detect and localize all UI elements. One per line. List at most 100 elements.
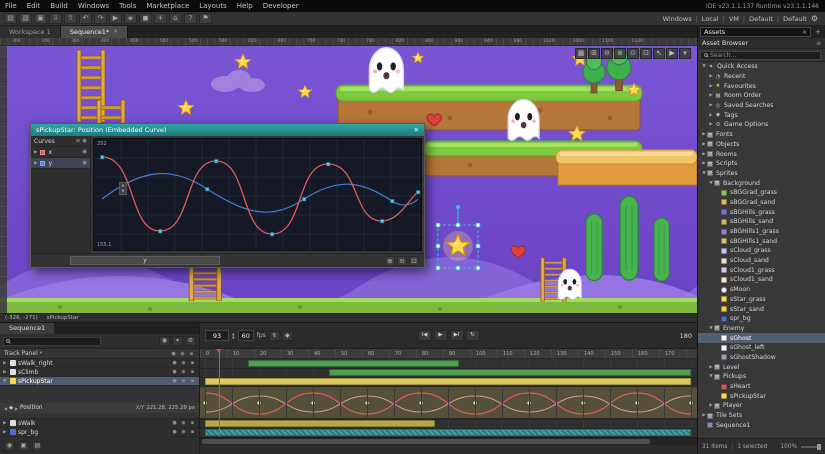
lock-icon[interactable]: ▪ [189,378,196,384]
timeline-lanes[interactable] [200,359,697,437]
new-project-icon[interactable]: ▤ [4,13,17,24]
close-icon[interactable]: ✕ [113,26,118,38]
prev-key-icon[interactable]: ◀ [4,406,7,411]
tree-item-rooms[interactable]: ▶Rooms [698,149,825,159]
value-stepper[interactable]: ▲ ▼ [119,182,127,195]
tree-item-scloud1-sand[interactable]: sCloud1_sand [698,275,825,285]
grid-icon[interactable]: ▦ [575,48,587,59]
tree-item-scloud-sand[interactable]: sCloud_sand [698,256,825,266]
zoom-slider[interactable] [801,446,821,448]
menu-icon[interactable]: ≡ [816,40,821,47]
closed-arrow-icon[interactable]: ▶ [34,161,37,166]
position-parameter-row[interactable]: ◀ ◆ ▶ Position X/Y221.28, 225.29 px [0,403,199,413]
tree-item-sheart[interactable]: sHeart [698,382,825,392]
track-row-spr-bg[interactable]: ▶ spr_bg ● ◉ ▪ [0,428,199,437]
closed-arrow-icon[interactable]: ▶ [3,430,8,435]
eye-icon[interactable]: ◉ [4,441,15,451]
lock-icon[interactable]: ▪ [189,369,196,375]
clip-sclimb[interactable] [329,369,691,376]
visibility-icon[interactable]: ◉ [159,336,170,346]
tree-item-sstar-grass[interactable]: sStar_grass [698,295,825,305]
current-frame-input[interactable]: 93 [205,330,229,341]
lock-icon[interactable]: ▪ [189,420,196,426]
track-row-spickupstar[interactable]: ▼ sPickupStar ● ◉ ▪ [0,377,199,386]
eye-icon[interactable]: ◉ [82,138,87,144]
next-frame-button[interactable]: ▶I [450,330,464,341]
track-row-swalk[interactable]: ▶ sWalk ● ◉ ▪ [0,419,199,428]
track-row-swalk-right[interactable]: ▶ sWalk_right ● ◉ ▪ [0,359,199,368]
eye-icon[interactable]: ◉ [82,160,87,166]
tree-item-sprites[interactable]: ▼Sprites [698,169,825,179]
eye-icon[interactable]: ◉ [180,420,187,426]
lock-icon[interactable]: ▪ [189,360,196,366]
stepper-down-icon[interactable]: ▼ [232,336,235,340]
dropdown-icon[interactable]: ▾ [40,351,42,356]
room-scene[interactable]: ▦⊞⊖⊕⊙⊡↖▶▾ sPickupStar: Position (Embedde… [0,46,697,313]
open-arrow-icon[interactable]: ▼ [3,379,8,384]
record-column-icon[interactable]: ● [170,351,177,357]
tree-item-quick-access[interactable]: ▼✦Quick Access [698,62,825,72]
tree-item-objects[interactable]: ▶Objects [698,140,825,150]
view-options-icon[interactable]: ▾ [679,48,691,59]
selected-star-sprite[interactable] [443,231,473,261]
scrollbar-thumb[interactable] [202,439,650,444]
tree-item-spickupstar[interactable]: sPickupStar [698,391,825,401]
tree-item-scripts[interactable]: ▶Scripts [698,159,825,169]
target-local-1[interactable]: Local [702,15,719,23]
import-icon[interactable]: ⇩ [49,13,62,24]
settings-icon[interactable]: ⚙ [185,336,196,346]
menu-windows[interactable]: Windows [73,0,114,12]
menu-tools[interactable]: Tools [114,0,141,12]
active-curve-button[interactable]: y [70,256,220,265]
help-icon[interactable]: ? [184,13,197,24]
tree-item-tile-sets[interactable]: ▶Tile Sets [698,411,825,421]
sort-icon[interactable]: ≡ [76,138,81,144]
eye-icon[interactable]: ◉ [180,360,187,366]
closed-arrow-icon[interactable]: ▶ [3,370,8,375]
zoom-slider-knob[interactable] [817,444,821,450]
tree-item-sbghills1-sand[interactable]: sBGHills1_sand [698,236,825,246]
camera-icon[interactable]: ▣ [18,441,29,451]
closed-arrow-icon[interactable]: ▶ [34,150,37,155]
filter-icon[interactable]: ▾ [172,336,183,346]
tree-item-room-order[interactable]: ▶▦Room Order [698,91,825,101]
curve-window-titlebar[interactable]: sPickupStar: Position (Embedded Curve) ✕ [31,124,424,136]
menu-help[interactable]: Help [232,0,258,12]
play-button[interactable]: ▶ [434,330,448,341]
sequence-canvas[interactable]: 3003403804204605005405806206607007407808… [0,38,697,322]
next-key-icon[interactable]: ▶ [15,406,18,411]
curve-editor-window[interactable]: sPickupStar: Position (Embedded Curve) ✕… [30,123,425,268]
tree-item-background[interactable]: ▼Background [698,178,825,188]
menu-build[interactable]: Build [45,0,73,12]
tree-item-game-options[interactable]: ▶⚙Game Options [698,120,825,130]
tree-item-recent[interactable]: ▶◔Recent [698,72,825,82]
target-vm-2[interactable]: VM [729,15,739,23]
tree-item-level[interactable]: ▶Level [698,362,825,372]
clip-spickupstar[interactable] [205,378,691,385]
gear-icon[interactable]: ⚙ [811,14,818,23]
menu-layouts[interactable]: Layouts [194,0,231,12]
ground-platform[interactable] [0,298,697,313]
target-windows-0[interactable]: Windows [663,15,692,23]
timeline-ruler[interactable]: 0102030405060708090100110120130140150160… [200,349,697,359]
target-default-4[interactable]: Default [783,15,807,23]
clip-swalk[interactable] [205,420,435,427]
tree-item-sstar-sand[interactable]: sStar_sand [698,304,825,314]
lock-icon[interactable]: ▪ [189,429,196,435]
debug-icon[interactable]: ◈ [124,13,137,24]
closed-arrow-icon[interactable]: ▶ [3,421,8,426]
curve-row-y[interactable]: ▶ y ◉ [31,158,90,169]
asset-tree-search-input[interactable]: Search... [700,51,821,60]
save-project-icon[interactable]: ▣ [34,13,47,24]
sand-platform[interactable] [556,150,697,185]
fps-input[interactable]: 60 [238,330,254,341]
timeline-body[interactable]: 0102030405060708090100110120130140150160… [200,349,697,437]
add-tab-button[interactable]: + [813,28,823,36]
tree-item-smoon[interactable]: sMoon [698,285,825,295]
tab-sequence1[interactable]: Sequence1 [0,323,54,334]
close-icon[interactable]: ✕ [802,29,807,36]
menu-developer[interactable]: Developer [258,0,304,12]
frame-stepper[interactable]: ▲ ▼ [232,332,235,340]
close-icon[interactable]: ✕ [414,124,419,136]
tree-item-sbghills1-grass[interactable]: sBGHills1_grass [698,227,825,237]
